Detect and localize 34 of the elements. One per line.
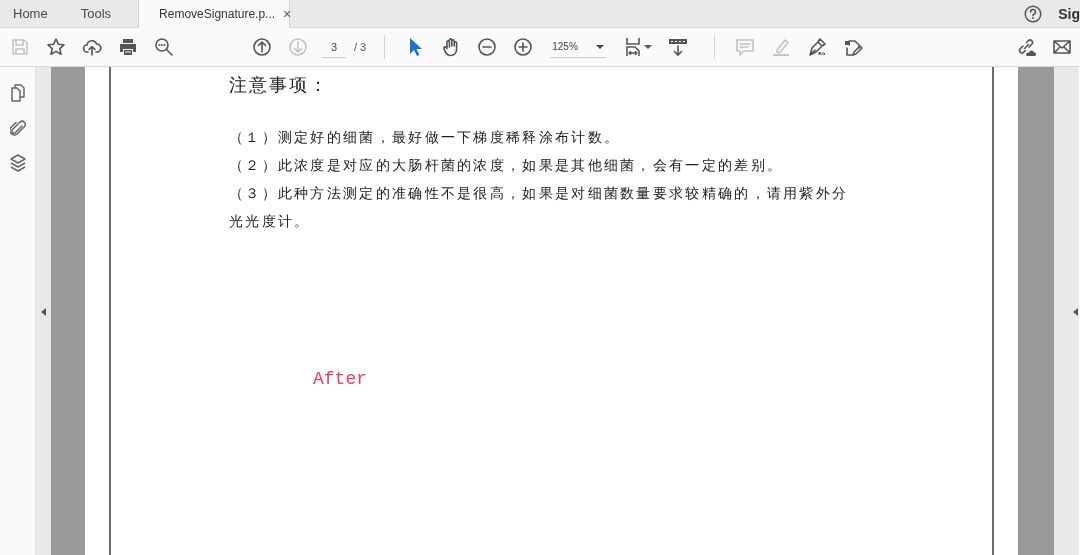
page-count: / 3 bbox=[354, 41, 367, 53]
note-paragraph: （１）测定好的细菌，最好做一下梯度稀释涂布计数。 bbox=[229, 128, 622, 147]
close-button[interactable]: × bbox=[283, 6, 292, 22]
tab[interactable]: Home bbox=[0, 0, 61, 27]
zoom-in-icon[interactable] bbox=[513, 37, 534, 57]
account-label[interactable]: Sig bbox=[1058, 5, 1080, 22]
fit-page-icon[interactable] bbox=[624, 37, 643, 57]
tab[interactable]: RemoveSignature.p... × bbox=[138, 0, 291, 28]
caret-icon bbox=[644, 45, 653, 49]
mail-icon[interactable] bbox=[1052, 37, 1072, 57]
note-paragraph: （３）此种方法测定的准确性不是很高，如果是对细菌数量要求较精确的，请用紫外分光光度计。 bbox=[229, 184, 850, 231]
zoom-dropdown[interactable]: 125% bbox=[550, 36, 607, 58]
star-icon[interactable] bbox=[46, 37, 66, 57]
help-icon[interactable] bbox=[1024, 4, 1043, 23]
scroll-mode-icon[interactable] bbox=[668, 37, 689, 57]
document-heading: 注意事项： bbox=[229, 73, 330, 97]
cloud-upload-icon[interactable] bbox=[82, 37, 102, 57]
zoom-out-icon[interactable] bbox=[477, 37, 498, 57]
link-cloud-icon[interactable] bbox=[1016, 37, 1036, 57]
collapse-arrow-icon[interactable] bbox=[41, 307, 46, 316]
annotation-text: After bbox=[313, 369, 367, 389]
note-paragraph: （２）此浓度是对应的大肠杆菌的浓度，如果是其他细菌，会有一定的差别。 bbox=[229, 156, 785, 175]
expand-arrow-icon[interactable] bbox=[1073, 307, 1078, 316]
print-icon[interactable] bbox=[118, 37, 138, 57]
caret-icon bbox=[596, 44, 605, 49]
page-number-field[interactable]: 3 bbox=[322, 36, 346, 58]
pages-icon[interactable] bbox=[10, 84, 25, 102]
tab[interactable]: Tools bbox=[60, 0, 125, 27]
paperclip-icon[interactable] bbox=[9, 119, 26, 137]
search-icon[interactable] bbox=[154, 37, 174, 57]
document-edit-icon[interactable] bbox=[843, 37, 864, 57]
pen-nib-icon[interactable] bbox=[807, 37, 828, 57]
layers-icon[interactable] bbox=[9, 154, 26, 172]
up-arrow-circle-icon[interactable] bbox=[252, 37, 272, 57]
